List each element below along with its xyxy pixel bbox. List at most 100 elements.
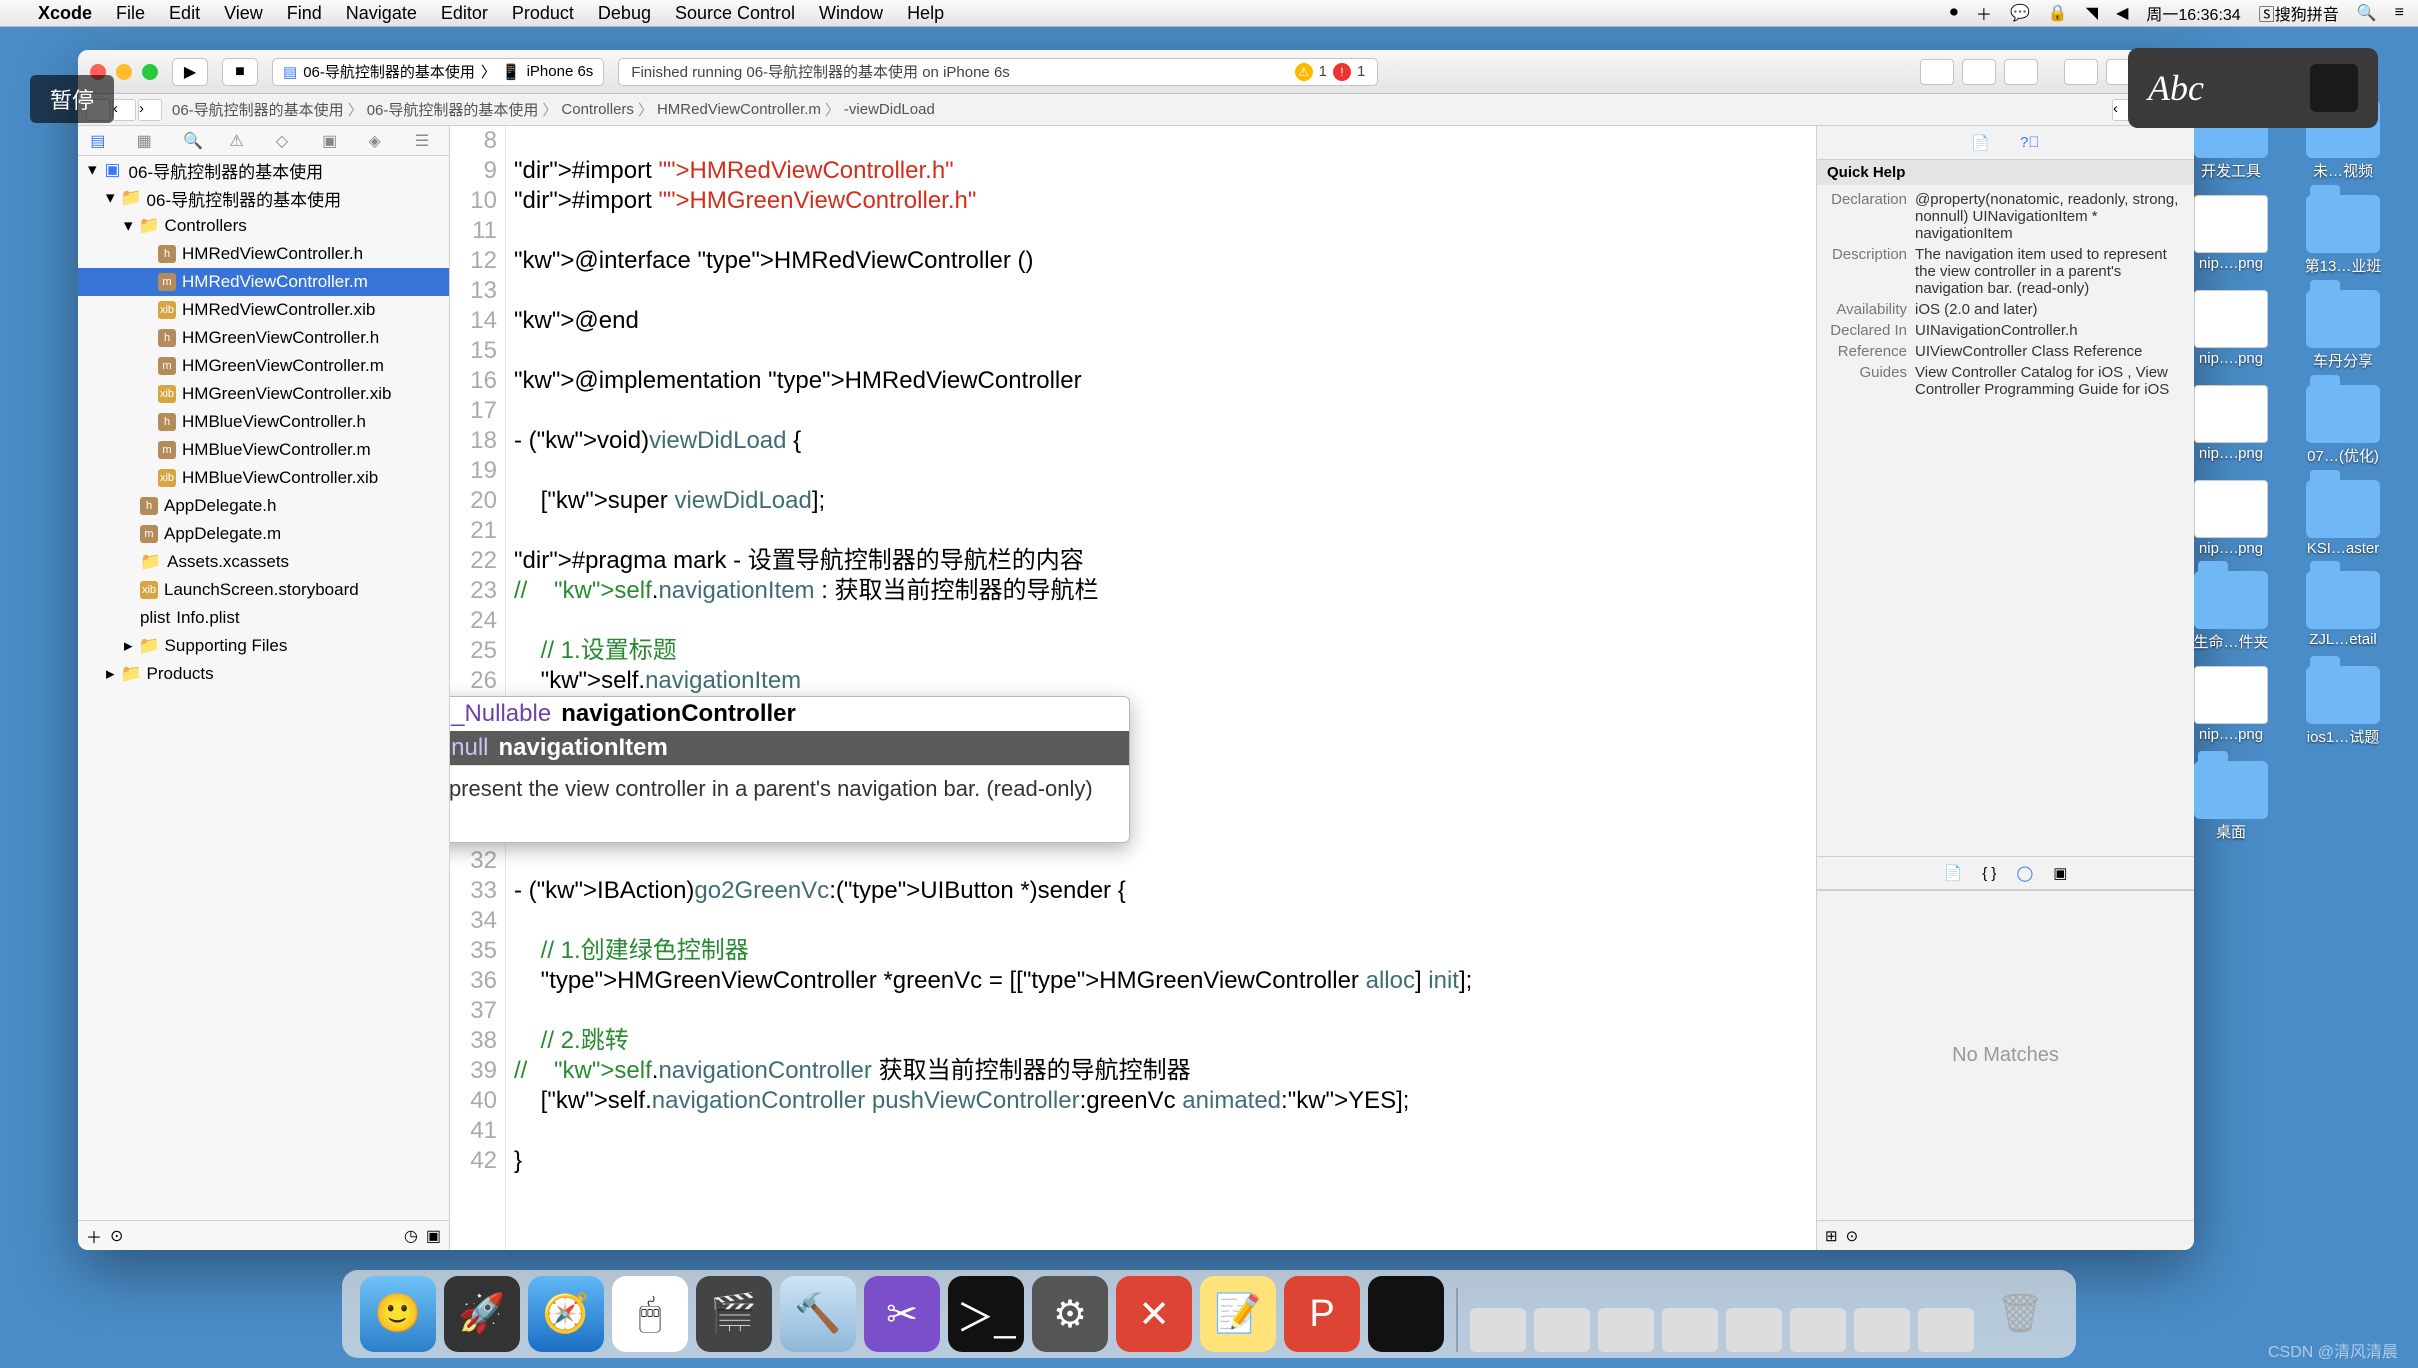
minimized-window-7[interactable] — [1854, 1308, 1910, 1352]
inspector-tabs[interactable]: 📄 ?⃝ — [1817, 126, 2194, 160]
menu-navigate[interactable]: Navigate — [346, 3, 417, 24]
file-row[interactable]: hHMGreenViewController.h — [78, 324, 449, 352]
library-filter-bar[interactable]: ⊞ ⊙ — [1817, 1220, 2194, 1250]
jumpbar-segment[interactable]: -viewDidLoad — [844, 101, 935, 118]
file-tree[interactable]: ▾▣06-导航控制器的基本使用 ▾📁06-导航控制器的基本使用 ▾📁Contro… — [78, 156, 449, 1220]
x-app-icon[interactable]: ✕ — [1116, 1276, 1192, 1352]
file-row[interactable]: hHMBlueViewController.h — [78, 408, 449, 436]
issue-navigator-icon[interactable]: ⚠ — [229, 131, 251, 151]
autocomplete-row[interactable]: PUINavigationItem * _Nonnull navigationI… — [450, 731, 1129, 765]
xcode-icon[interactable]: 🔨 — [780, 1276, 856, 1352]
menu-window[interactable]: Window — [819, 3, 883, 24]
minimized-window-4[interactable] — [1662, 1308, 1718, 1352]
file-row[interactable]: xibHMBlueViewController.xib — [78, 464, 449, 492]
run-button[interactable]: ▶ — [172, 58, 208, 86]
menu-source-control[interactable]: Source Control — [675, 3, 795, 24]
symbol-navigator-icon[interactable]: ▦ — [137, 131, 159, 151]
file-row[interactable]: xibLaunchScreen.storyboard — [78, 576, 449, 604]
back-button[interactable]: ‹ — [112, 99, 136, 121]
notes-icon[interactable]: 📝 — [1200, 1276, 1276, 1352]
menu-view[interactable]: View — [224, 3, 263, 24]
launchpad-icon[interactable]: 🚀 — [444, 1276, 520, 1352]
menu-editor[interactable]: Editor — [441, 3, 488, 24]
navigator-filter-bar[interactable]: ＋ ⊙ ◷ ▣ — [78, 1220, 449, 1250]
menu-find[interactable]: Find — [287, 3, 322, 24]
lock-icon[interactable]: 🔒 — [2048, 3, 2068, 23]
forward-button[interactable]: › — [138, 99, 162, 121]
grid-icon[interactable]: ⊞ — [1825, 1227, 1838, 1245]
desktop-icon[interactable]: nip….png — [2184, 480, 2278, 557]
menu-product[interactable]: Product — [512, 3, 574, 24]
jumpbar-segment[interactable]: 06-导航控制器的基本使用 — [172, 99, 344, 120]
desktop-icon[interactable]: 桌面 — [2184, 761, 2278, 842]
desktop-icon[interactable]: nip….png — [2184, 195, 2278, 276]
desktop-icon[interactable]: 07…(优化) — [2296, 385, 2390, 466]
editor-mode-assistant[interactable] — [1962, 59, 1996, 85]
ime-status[interactable]: 🅂 搜狗拼音 — [2259, 1, 2339, 25]
debug-navigator-icon[interactable]: ▣ — [322, 131, 344, 151]
desktop-icon[interactable]: ios1…试题 — [2296, 666, 2390, 747]
minimized-window-8[interactable] — [1918, 1308, 1974, 1352]
library-tabs[interactable]: 📄 { } ◯ ▣ — [1817, 856, 2194, 890]
minimize-icon[interactable] — [116, 64, 132, 80]
file-row[interactable]: plistInfo.plist — [78, 604, 449, 632]
object-library-icon[interactable]: ◯ — [2016, 864, 2033, 882]
jumpbar-segment[interactable]: HMRedViewController.m — [657, 101, 821, 118]
imovie-icon[interactable]: 🎬 — [696, 1276, 772, 1352]
file-row[interactable]: hHMRedViewController.h — [78, 240, 449, 268]
trash-icon[interactable]: 🗑 — [1982, 1276, 2058, 1352]
minimized-window-5[interactable] — [1726, 1308, 1782, 1352]
file-inspector-icon[interactable]: 📄 — [1971, 134, 1990, 152]
dock[interactable]: 🙂 🚀 🧭 🖱 🎬 🔨 ✂ ＞_ ⚙ ✕ 📝 P 🗑 — [342, 1270, 2076, 1358]
minimized-window-2[interactable] — [1534, 1308, 1590, 1352]
desktop-icon[interactable]: KSI…aster — [2296, 480, 2390, 557]
menu-icon[interactable]: ≡ — [2395, 4, 2404, 22]
project-navigator-icon[interactable]: ▤ — [90, 131, 112, 151]
navigator-tabs[interactable]: ▤ ▦ 🔍 ⚠ ◇ ▣ ◈ ☰ — [78, 126, 449, 156]
products-group[interactable]: ▸📁Products — [78, 660, 449, 688]
chat-icon[interactable]: 💬 — [2010, 3, 2030, 23]
safari-icon[interactable]: 🧭 — [528, 1276, 604, 1352]
autocomplete-row[interactable]: PUINavigationController * _Nullable navi… — [450, 697, 1129, 731]
code-snippet-icon[interactable]: { } — [1982, 865, 1996, 882]
clock-filter-icon[interactable]: ◷ — [404, 1226, 418, 1246]
settings-icon[interactable]: ⚙ — [1032, 1276, 1108, 1352]
file-row[interactable]: 📁Assets.xcassets — [78, 548, 449, 576]
desktop-icon[interactable]: 车丹分享 — [2296, 290, 2390, 371]
file-row[interactable]: mHMBlueViewController.m — [78, 436, 449, 464]
jumpbar-segment[interactable]: Controllers — [561, 101, 634, 118]
finder-icon[interactable]: 🙂 — [360, 1276, 436, 1352]
desktop-icon[interactable]: 生命…件夹 — [2184, 571, 2278, 652]
autocomplete-popup[interactable]: PUINavigationController * _Nullable navi… — [450, 696, 1130, 843]
minimized-window-1[interactable] — [1470, 1308, 1526, 1352]
file-row[interactable]: mHMRedViewController.m — [78, 268, 449, 296]
code-area[interactable]: "dir">#import "">HMRedViewController.h""… — [506, 126, 1816, 1250]
desktop-icon[interactable]: nip….png — [2184, 666, 2278, 747]
media-library-icon[interactable]: ▣ — [2053, 864, 2067, 882]
file-row[interactable]: xibHMGreenViewController.xib — [78, 380, 449, 408]
file-row[interactable]: mHMGreenViewController.m — [78, 352, 449, 380]
terminal-icon[interactable]: ＞_ — [948, 1276, 1024, 1352]
report-navigator-icon[interactable]: ☰ — [415, 131, 437, 151]
wifi-icon[interactable]: ◥ — [2086, 3, 2098, 23]
error-badge[interactable]: ! — [1333, 63, 1351, 81]
rec-icon[interactable]: ⏺ — [1950, 4, 1958, 22]
volume-icon[interactable]: ◀ — [2116, 3, 2128, 23]
minimized-window-6[interactable] — [1790, 1308, 1846, 1352]
minimized-window-3[interactable] — [1598, 1308, 1654, 1352]
stop-button[interactable]: ■ — [222, 58, 258, 86]
quick-help-icon[interactable]: ?⃝ — [2020, 134, 2040, 151]
desktop-icon[interactable]: nip….png — [2184, 385, 2278, 466]
find-navigator-icon[interactable]: 🔍 — [183, 131, 205, 151]
supporting-group[interactable]: ▸📁Supporting Files — [78, 632, 449, 660]
add-icon[interactable]: ＋ — [86, 1224, 102, 1248]
editor-mode-version[interactable] — [2004, 59, 2038, 85]
scheme-selector[interactable]: ▤ 06-导航控制器的基本使用 〉📱 iPhone 6s — [272, 58, 604, 86]
controllers-group[interactable]: ▾📁Controllers — [78, 212, 449, 240]
file-row[interactable]: mAppDelegate.m — [78, 520, 449, 548]
filter-icon[interactable]: ⊙ — [110, 1226, 123, 1246]
screenshot-icon[interactable]: ✂ — [864, 1276, 940, 1352]
p-app-icon[interactable]: P — [1284, 1276, 1360, 1352]
menu-help[interactable]: Help — [907, 3, 944, 24]
plus-icon[interactable]: ＋ — [1976, 1, 1992, 25]
